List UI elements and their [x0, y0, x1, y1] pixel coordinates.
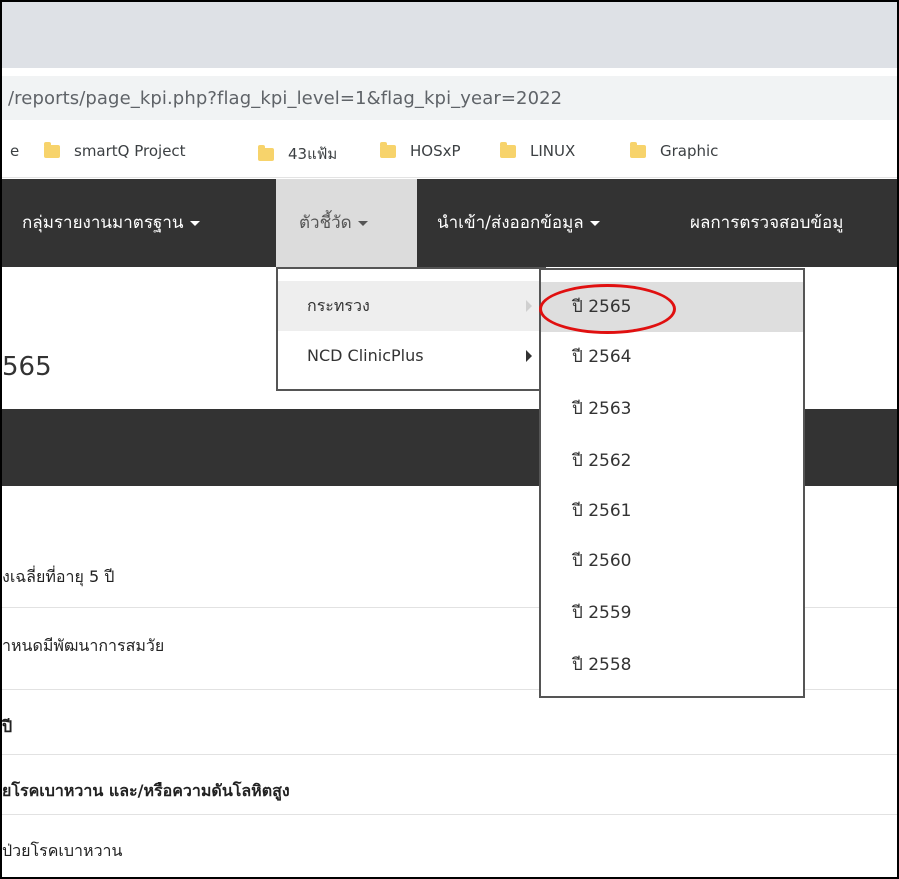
- page-title: 565: [2, 352, 52, 382]
- submenu-item-2563[interactable]: ปี 2563: [541, 384, 803, 434]
- bookmark-hosxp[interactable]: HOSxP: [380, 141, 461, 160]
- indicators-dropdown: กระทรวง NCD ClinicPlus: [276, 267, 546, 391]
- url-text[interactable]: /reports/page_kpi.php?flag_kpi_level=1&f…: [8, 88, 562, 109]
- bookmark-linux[interactable]: LINUX: [500, 141, 576, 160]
- address-bar[interactable]: /reports/page_kpi.php?flag_kpi_level=1&f…: [2, 76, 897, 120]
- menu-item-ministry[interactable]: กระทรวง: [278, 281, 544, 331]
- bookmark-smartq-project[interactable]: smartQ Project: [44, 141, 186, 160]
- highlight-annotation-circle: [539, 284, 676, 334]
- menu-item-ncd-clinicplus[interactable]: NCD ClinicPlus: [278, 331, 544, 381]
- submenu-item-2561[interactable]: ปี 2561: [541, 486, 803, 536]
- nav-label: กลุ่มรายงานมาตรฐาน: [22, 213, 184, 233]
- folder-icon: [44, 141, 60, 158]
- submenu-item-2560[interactable]: ปี 2560: [541, 536, 803, 586]
- folder-icon: [500, 141, 516, 158]
- caret-down-icon: [189, 220, 200, 226]
- bookmark-label: HOSxP: [410, 142, 461, 160]
- divider: [2, 814, 897, 815]
- submenu-item-2564[interactable]: ปี 2564: [541, 332, 803, 382]
- bookmark-label: smartQ Project: [74, 142, 186, 160]
- divider: [2, 754, 897, 755]
- bookmark-label: 43แฟ้ม: [288, 145, 338, 163]
- bookmark-43-files[interactable]: 43แฟ้ม: [258, 142, 337, 166]
- nav-label: นำเข้า/ส่งออกข้อมูล: [437, 213, 584, 233]
- nav-label: ผลการตรวจสอบข้อมู: [690, 213, 844, 233]
- menu-item-label: กระทรวง: [307, 296, 370, 315]
- bookmark-label: LINUX: [530, 142, 576, 160]
- nav-import-export[interactable]: นำเข้า/ส่งออกข้อมูล: [437, 179, 600, 267]
- bookmark-partial[interactable]: e: [10, 142, 19, 160]
- year-submenu: ปี 2565 ปี 2564 ปี 2563 ปี 2562 ปี 2561 …: [539, 268, 805, 698]
- nav-standard-reports[interactable]: กลุ่มรายงานมาตรฐาน: [22, 179, 200, 267]
- nav-data-check-results[interactable]: ผลการตรวจสอบข้อมู: [690, 179, 843, 267]
- caret-down-icon: [589, 220, 600, 226]
- submenu-item-2558[interactable]: ปี 2558: [541, 640, 803, 690]
- bookmark-graphic[interactable]: Graphic: [630, 141, 719, 160]
- nav-label: ตัวชี้วัด: [299, 213, 352, 233]
- caret-down-icon: [357, 220, 368, 226]
- browser-title-bar: [2, 2, 897, 68]
- submenu-item-2562[interactable]: ปี 2562: [541, 436, 803, 486]
- submenu-arrow-icon: [526, 350, 532, 362]
- menu-item-label: NCD ClinicPlus: [307, 346, 424, 365]
- list-item[interactable]: ยโรคเบาหวาน และ/หรือความดันโลหิตสูง: [2, 779, 897, 804]
- submenu-item-2559[interactable]: ปี 2559: [541, 588, 803, 638]
- folder-icon: [258, 144, 274, 161]
- bookmarks-bar: e smartQ Project 43แฟ้ม HOSxP LINUX Grap…: [2, 126, 897, 178]
- submenu-arrow-icon: [526, 300, 532, 312]
- folder-icon: [380, 141, 396, 158]
- list-item[interactable]: ป่วยโรคเบาหวาน: [2, 839, 897, 864]
- main-navbar: กลุ่มรายงานมาตรฐาน ตัวชี้วัด นำเข้า/ส่งอ…: [2, 179, 897, 267]
- folder-icon: [630, 141, 646, 158]
- bookmark-label: Graphic: [660, 142, 719, 160]
- list-item[interactable]: ปี: [2, 715, 897, 740]
- browser-window: /reports/page_kpi.php?flag_kpi_level=1&f…: [0, 0, 899, 879]
- nav-indicators[interactable]: ตัวชี้วัด: [276, 179, 417, 267]
